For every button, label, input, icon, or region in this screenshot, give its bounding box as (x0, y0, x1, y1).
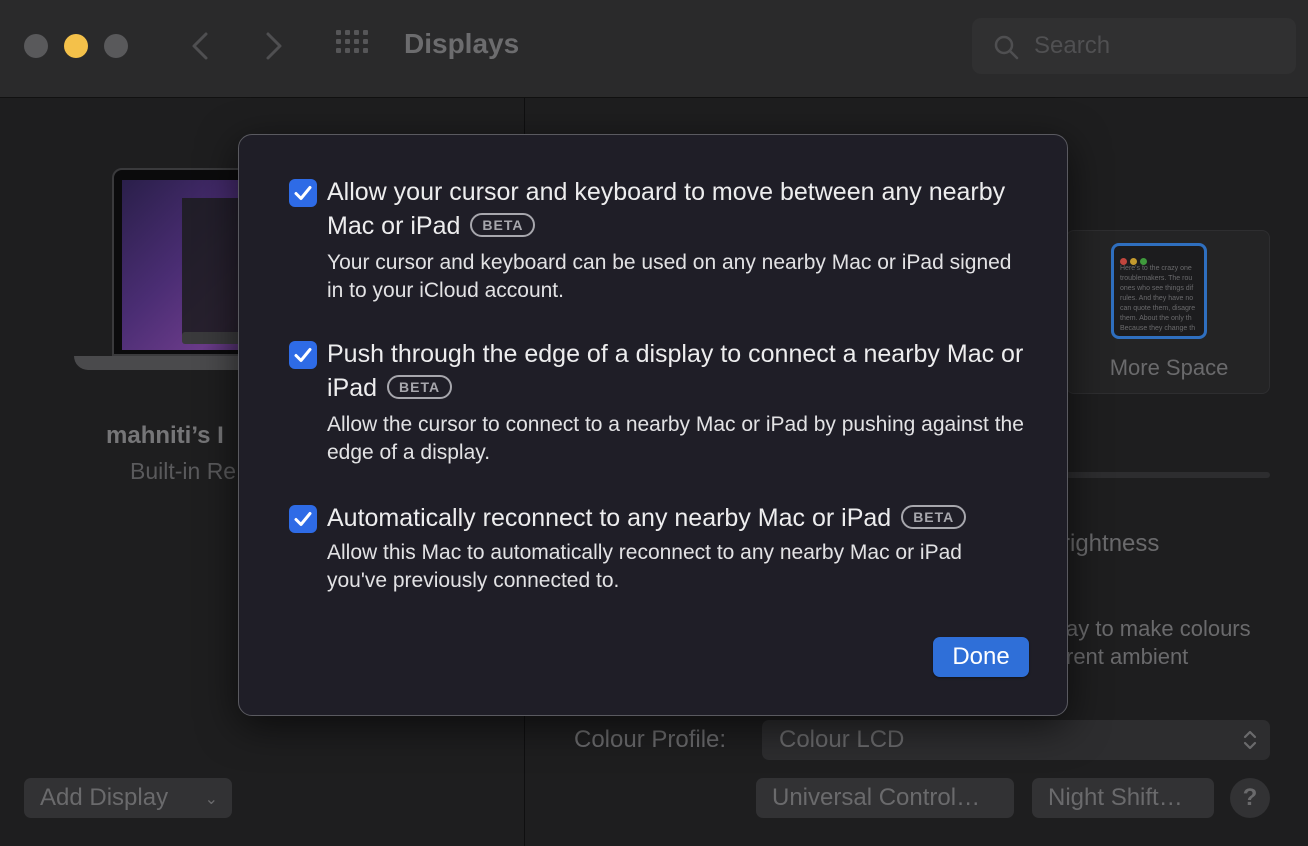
true-tone-description-line2: rent ambient (1066, 644, 1189, 669)
search-placeholder: Search (1034, 32, 1111, 59)
beta-badge: BETA (387, 375, 453, 399)
chevron-right-icon (266, 32, 282, 60)
colour-profile-label: Colour Profile: (574, 726, 727, 753)
toolbar: Displays Search (0, 0, 1308, 98)
brightness-slider[interactable] (1066, 472, 1270, 478)
universal-control-button[interactable]: Universal Control… (756, 778, 1014, 818)
minimize-window-button[interactable] (64, 34, 88, 58)
option-description: Allow this Mac to automatically reconnec… (327, 541, 962, 592)
close-window-button[interactable] (24, 34, 48, 58)
option-title: Push through the edge of a display to co… (327, 337, 1027, 405)
done-button[interactable]: Done (933, 637, 1029, 677)
universal-control-sheet: Allow your cursor and keyboard to move b… (238, 134, 1068, 716)
more-space-label: More Space (1109, 355, 1229, 380)
search-field[interactable]: Search (972, 18, 1296, 74)
chevron-updown-icon (1243, 730, 1257, 750)
colour-profile-value: Colour LCD (779, 726, 905, 753)
show-all-grid-icon[interactable] (336, 30, 376, 62)
option-title-text: Allow your cursor and keyboard to move b… (327, 178, 1006, 240)
forward-button[interactable] (252, 24, 296, 68)
checkmark-icon (294, 186, 312, 200)
search-icon (994, 35, 1019, 60)
night-shift-button[interactable]: Night Shift… (1032, 778, 1214, 818)
checkbox-push-through-edge[interactable] (289, 341, 317, 369)
option-description: Your cursor and keyboard can be used on … (327, 251, 1012, 302)
option-title: Automatically reconnect to any nearby Ma… (327, 501, 1027, 535)
true-tone-description-line1: ay to make colours (1066, 616, 1251, 641)
option-title-text: Automatically reconnect to any nearby Ma… (327, 504, 892, 532)
window-title: Displays (404, 28, 520, 59)
beta-badge: BETA (901, 505, 967, 529)
display-subtitle: Built-in Re (130, 458, 237, 484)
checkbox-cursor-keyboard[interactable] (289, 179, 317, 207)
option-description: Allow the cursor to connect to a nearby … (327, 413, 1024, 464)
display-name: mahniti’s I (106, 422, 224, 449)
system-preferences-window: Displays Search mahniti’s I Built-in Re … (0, 0, 1308, 846)
help-button[interactable]: ? (1230, 778, 1270, 818)
back-button[interactable] (178, 24, 222, 68)
chevron-down-icon: ⌄ (204, 791, 218, 808)
zoom-window-button[interactable] (104, 34, 128, 58)
colour-profile-select[interactable]: Colour LCD (762, 720, 1270, 760)
option-title: Allow your cursor and keyboard to move b… (327, 175, 1027, 243)
beta-badge: BETA (470, 213, 536, 237)
resolution-option-more-space[interactable]: Here's to the crazy one troublemakers. T… (1066, 230, 1270, 394)
checkmark-icon (294, 512, 312, 526)
checkmark-icon (294, 348, 312, 362)
chevron-left-icon (192, 32, 208, 60)
add-display-button[interactable]: Add Display ⌄ (24, 778, 232, 818)
thumbnail-text: Here's to the crazy one troublemakers. T… (1120, 265, 1196, 332)
auto-brightness-label: rightness (1062, 530, 1160, 557)
add-display-label: Add Display (40, 784, 169, 811)
more-space-thumbnail: Here's to the crazy one troublemakers. T… (1111, 243, 1207, 339)
checkbox-auto-reconnect[interactable] (289, 505, 317, 533)
